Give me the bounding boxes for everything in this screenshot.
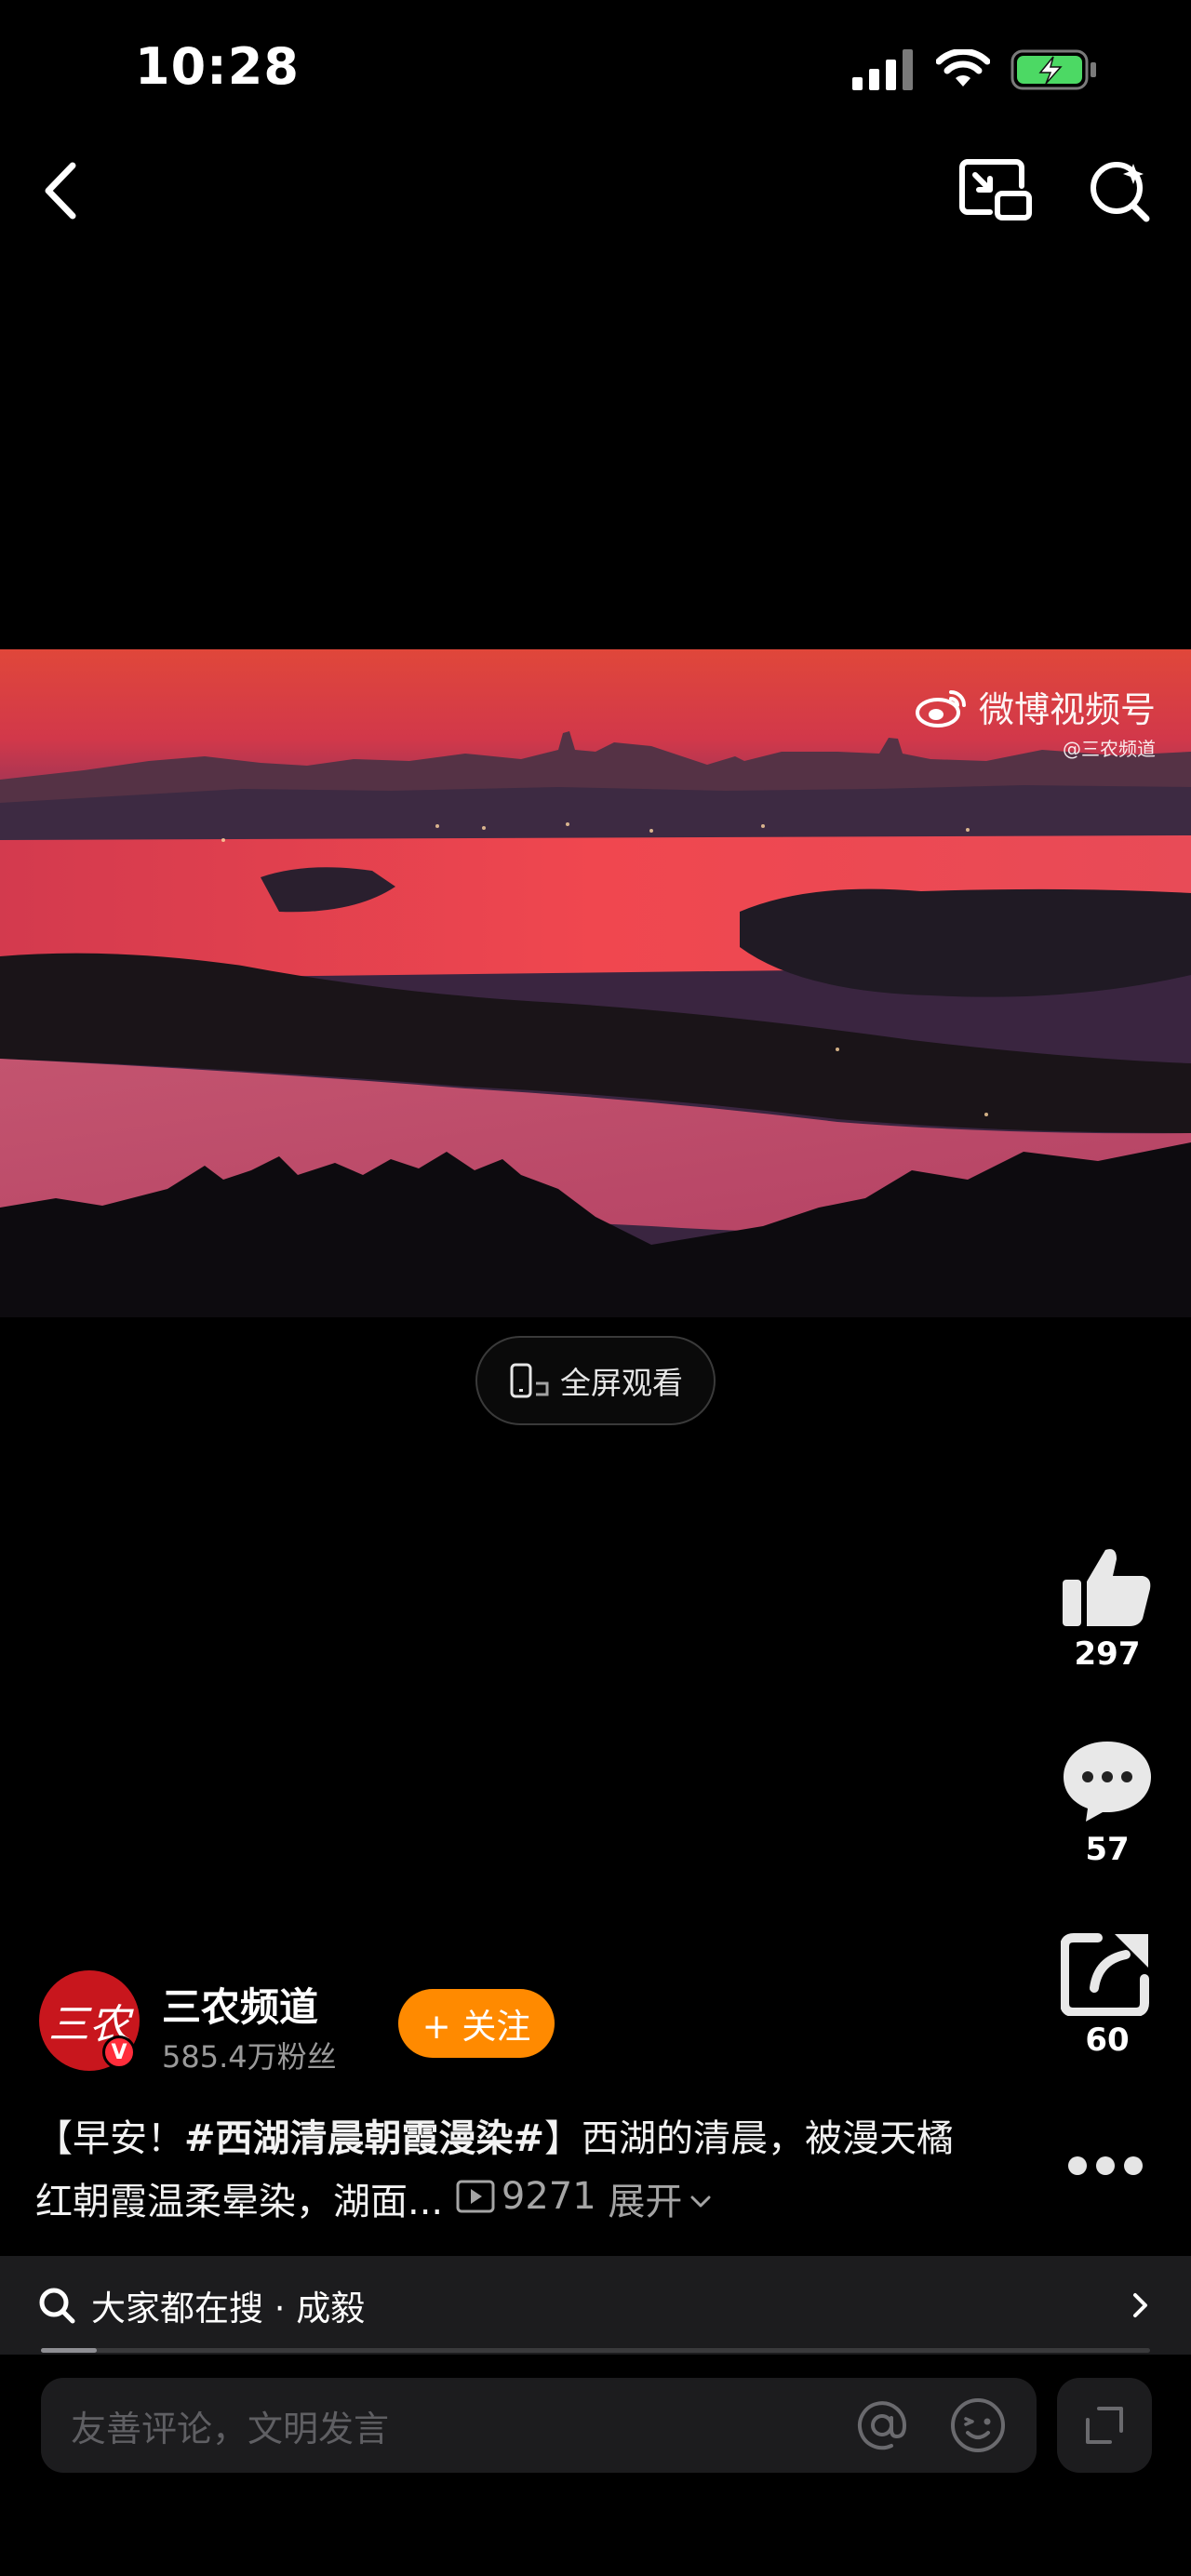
chevron-right-icon [1133, 2293, 1147, 2317]
watermark-title: 微博视频号 [978, 689, 1156, 730]
at-icon[interactable] [854, 2397, 910, 2453]
chevron-down-icon [690, 2196, 711, 2208]
expand-icon [1086, 2407, 1123, 2444]
comment-placeholder: 友善评论，文明发言 [71, 2408, 390, 2449]
status-icons [852, 48, 1098, 91]
expand-comments-button[interactable] [1057, 2378, 1152, 2473]
trending-search-label: 大家都在搜 · 成毅 [91, 2289, 366, 2329]
wifi-icon [936, 49, 990, 87]
view-count: 9271 [455, 2168, 596, 2225]
search-icon [39, 2288, 75, 2324]
phone-icon [510, 1363, 549, 1398]
video-progress[interactable] [41, 2348, 1150, 2353]
expand-label: 展开 [608, 2181, 683, 2223]
share-count: 60 [1085, 2022, 1130, 2059]
video-player[interactable]: 微博视频号 @三农频道 [0, 649, 1191, 1317]
comment-count: 57 [1085, 1831, 1130, 1868]
caption[interactable]: 【早安！#西湖清晨朝霞漫染#】西湖的清晨，被漫天橘红朝霞温柔晕染，湖面... 9… [35, 2110, 966, 2231]
pip-icon[interactable] [958, 156, 1033, 223]
share-button[interactable]: 60 [1051, 1930, 1163, 2059]
emoji-icon[interactable] [949, 2396, 1007, 2454]
search-icon[interactable] [1087, 156, 1154, 223]
follow-button[interactable]: + 关注 [398, 1989, 555, 2058]
more-dot [1068, 2156, 1087, 2175]
video-progress-fill [41, 2348, 97, 2353]
fullscreen-label: 全屏观看 [560, 1365, 683, 1401]
fullscreen-button[interactable]: 全屏观看 [475, 1336, 716, 1425]
expand-button[interactable]: 展开 [608, 2173, 714, 2231]
caption-hashtag[interactable]: #西湖清晨朝霞漫染# [184, 2117, 544, 2160]
caption-prefix: 【早安！ [35, 2117, 184, 2160]
signal-icon [852, 49, 913, 90]
like-icon [1063, 1549, 1151, 1626]
comment-icon [1064, 1742, 1151, 1822]
author-name[interactable]: 三农频道 [162, 1976, 318, 2033]
comment-button[interactable]: 57 [1051, 1738, 1163, 1868]
view-count-value: 9271 [501, 2175, 596, 2218]
like-count: 297 [1074, 1635, 1141, 1673]
more-icon[interactable] [1068, 2151, 1143, 2181]
author-fans: 585.4万粉丝 [162, 2039, 337, 2075]
comment-input[interactable]: 友善评论，文明发言 [41, 2378, 1037, 2473]
trending-search-bar[interactable]: 大家都在搜 · 成毅 [0, 2256, 1191, 2355]
watermark-handle: @三农频道 [1063, 738, 1156, 760]
like-button[interactable]: 297 [1051, 1544, 1163, 1673]
battery-icon [1010, 49, 1096, 90]
weibo-icon [915, 689, 966, 727]
back-icon[interactable] [35, 158, 91, 223]
watermark: 微博视频号 @三农频道 [914, 681, 1156, 761]
verified-badge: V [102, 2035, 136, 2069]
share-icon [1061, 1933, 1149, 2016]
more-dot [1124, 2156, 1143, 2175]
play-icon [456, 2180, 495, 2213]
more-dot [1096, 2156, 1115, 2175]
status-time: 10:28 [135, 37, 300, 96]
